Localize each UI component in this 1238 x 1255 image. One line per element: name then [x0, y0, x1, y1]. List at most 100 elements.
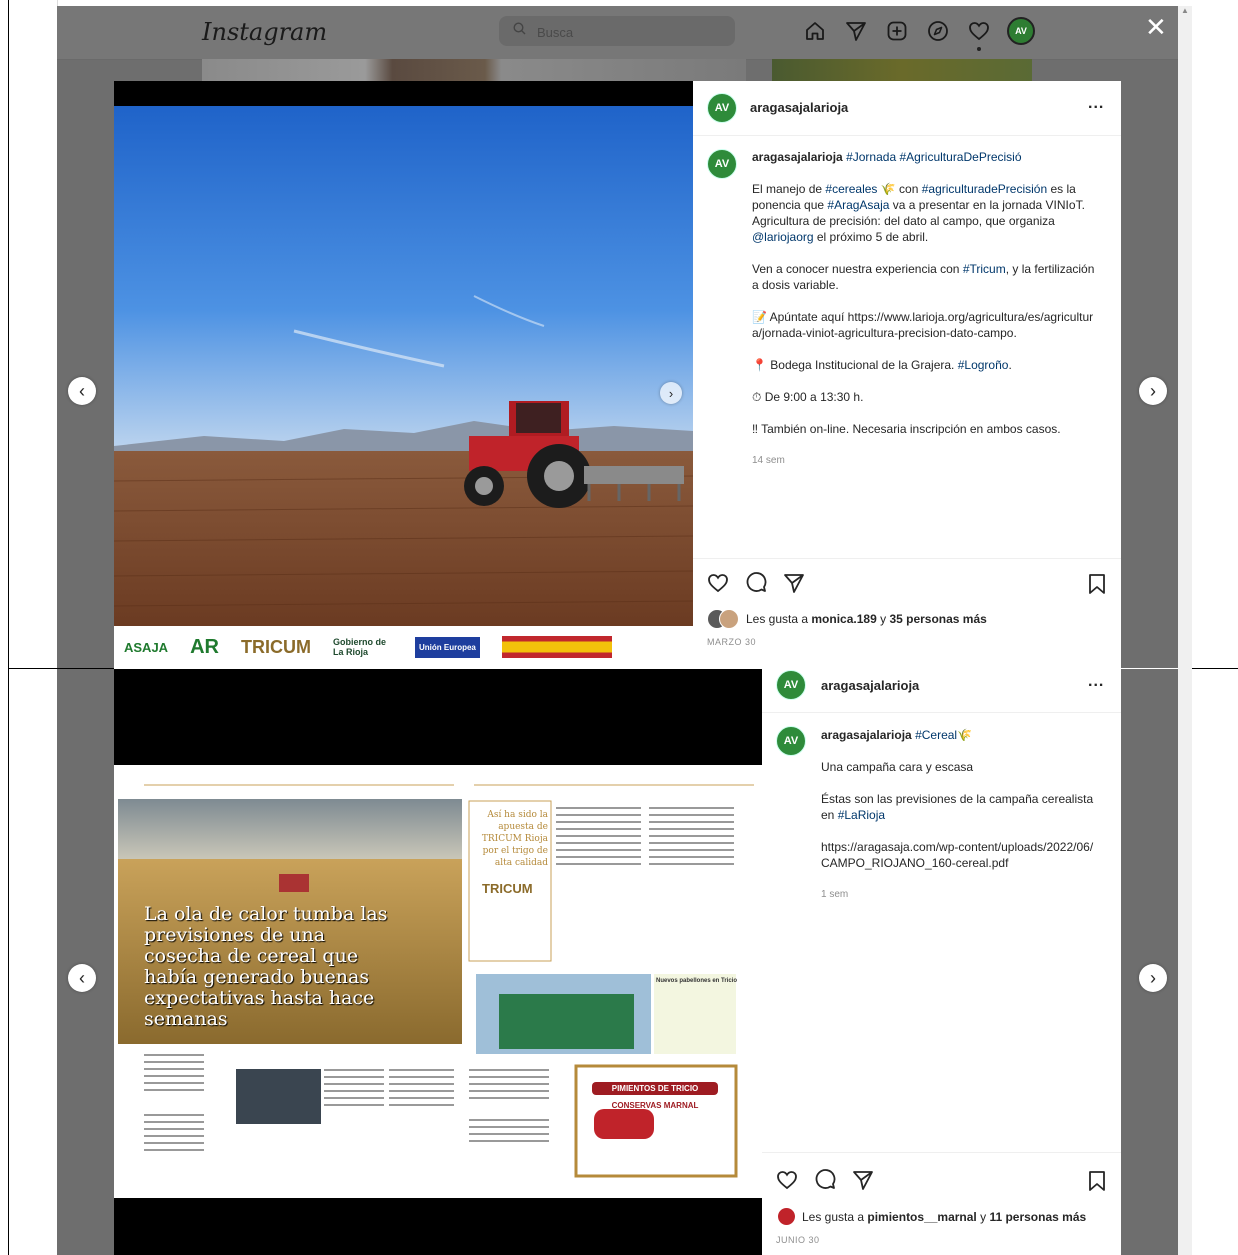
hashtag-tricum[interactable]: #Tricum	[963, 262, 1006, 276]
caption-online: ‼ También on-line. Necesaria inscripción…	[752, 422, 1061, 436]
media-next-arrow[interactable]: ›	[660, 382, 682, 404]
likes-user[interactable]: pimientos__marnal	[867, 1210, 976, 1224]
caption-avatar[interactable]: AV	[707, 149, 737, 179]
frame-divider-right	[1192, 668, 1238, 669]
nav-icons: AV	[802, 16, 1035, 51]
hashtag-larioja[interactable]: #LaRioja	[838, 808, 885, 822]
hashtag-aragasaja[interactable]: #AragAsaja	[827, 198, 889, 212]
post-time[interactable]: 14 sem	[752, 453, 1102, 469]
likes-mid: y	[976, 1210, 990, 1224]
post-header-2: AV aragasajalarioja ...	[762, 669, 1121, 713]
post-header-1: AV aragasajalarioja ...	[693, 81, 1121, 136]
caption-hashtags[interactable]: #Jornada #AgriculturaDePrecisió	[846, 150, 1021, 164]
liker-avatar[interactable]	[778, 1208, 795, 1225]
search-icon	[513, 22, 526, 38]
frame-left-line	[8, 0, 9, 1255]
likes-mid: y	[876, 612, 890, 626]
author-avatar[interactable]: AV	[707, 93, 737, 123]
likes-summary: Les gusta a monica.189 y 35 personas más	[746, 612, 987, 626]
comment-icon[interactable]	[814, 1169, 836, 1196]
logo-ar: AR	[190, 635, 219, 658]
post-caption-2: aragasajalarioja #Cereal🌾 Una campaña ca…	[821, 727, 1096, 903]
more-options-icon[interactable]: ...	[1088, 673, 1104, 691]
author-username[interactable]: aragasajalarioja	[821, 678, 919, 693]
post-date[interactable]: JUNIO 30	[776, 1235, 820, 1245]
explore-icon[interactable]	[925, 18, 951, 44]
caption-avatar[interactable]: AV	[776, 726, 806, 756]
post-time[interactable]: 1 sem	[821, 887, 1096, 903]
logo-union-europea: Unión Europea	[414, 636, 480, 658]
post-card-1: › ASAJA AR TRICUM Gobierno de La Rioja U…	[114, 81, 1121, 668]
send-icon[interactable]	[843, 18, 869, 44]
logo-tricum: TRICUM	[240, 636, 311, 657]
like-heart-icon[interactable]	[776, 1169, 798, 1196]
save-bookmark-icon[interactable]	[1087, 573, 1107, 600]
hashtag-cereal[interactable]: #Cereal	[915, 728, 957, 742]
new-post-icon[interactable]	[884, 18, 910, 44]
post-side-2: AV aragasajalarioja ... AV aragasajalari…	[762, 669, 1121, 1255]
caption-emoji: 🌾	[957, 728, 973, 742]
prev-post-arrow[interactable]: ‹	[68, 377, 96, 405]
caption-username[interactable]: aragasajalarioja	[821, 728, 912, 742]
home-icon[interactable]	[802, 18, 828, 44]
hashtag-cereales[interactable]: #cereales	[825, 182, 877, 196]
more-options-icon[interactable]: ...	[1088, 95, 1104, 113]
profile-avatar[interactable]: AV	[1007, 17, 1035, 45]
liker-avatar[interactable]	[719, 609, 739, 629]
save-bookmark-icon[interactable]	[1087, 1170, 1107, 1197]
caption-text: 📍 Bodega Institucional de la Grajera.	[752, 358, 958, 372]
author-avatar[interactable]: AV	[776, 670, 806, 700]
caption-text: Una campaña cara y escasa	[821, 760, 974, 774]
post-media-1[interactable]: › ASAJA AR TRICUM Gobierno de La Rioja U…	[114, 81, 693, 668]
post-card-2: La ola de calor tumba las previsiones de…	[114, 669, 1121, 1255]
prev-post-arrow[interactable]: ‹	[68, 964, 96, 992]
caption-text: el próximo 5 de abril.	[813, 230, 929, 244]
caption-text: El manejo de	[752, 182, 826, 196]
post-actions-2	[776, 1169, 874, 1196]
article-side-title: Así ha sido la apuesta de TRICUM Rioja p…	[481, 810, 548, 868]
author-username[interactable]: aragasajalarioja	[750, 100, 848, 115]
caption-link: https://aragasaja.com/wp-content/uploads…	[821, 840, 1094, 870]
tractor-photo	[114, 81, 693, 668]
instagram-logo[interactable]: Instagram	[202, 18, 327, 46]
likes-prefix: Les gusta a	[746, 612, 812, 626]
caption-schedule: ⏱ De 9:00 a 13:30 h.	[752, 390, 864, 404]
caption-text: 🌾 con	[877, 182, 922, 196]
post-date[interactable]: MARZO 30	[707, 637, 756, 647]
likes-prefix: Les gusta a	[802, 1210, 868, 1224]
caption-username[interactable]: aragasajalarioja	[752, 150, 843, 164]
article-side-logo: TRICUM	[482, 881, 533, 896]
scroll-up-arrow[interactable]: ▲	[1181, 6, 1189, 20]
article-box-title: Nuevos pabellones en Tricio	[656, 978, 738, 984]
hashtag-logrono[interactable]: #Logroño	[958, 358, 1009, 372]
likes-count[interactable]: 35 personas más	[889, 612, 986, 626]
comment-icon[interactable]	[745, 572, 767, 599]
post-caption-1: aragasajalarioja #Jornada #AgriculturaDe…	[752, 149, 1102, 469]
hashtag-agricultura[interactable]: #agriculturadePrecisión	[922, 182, 1047, 196]
article-headline: La ola de calor tumba las previsiones de…	[144, 903, 388, 1030]
logo-asaja: ASAJA	[124, 639, 169, 655]
next-post-arrow[interactable]: ›	[1139, 964, 1167, 992]
post-media-2[interactable]: La ola de calor tumba las previsiones de…	[114, 669, 762, 1255]
search-input[interactable]	[535, 21, 719, 43]
likes-count[interactable]: 11 personas más	[989, 1210, 1086, 1224]
close-icon[interactable]: ✕	[1145, 14, 1167, 40]
caption-text: Ven a conocer nuestra experiencia con	[752, 262, 963, 276]
article-ad-title: PIMIENTOS DE TRICIO	[592, 1082, 718, 1095]
likes-summary: Les gusta a pimientos__marnal y 11 perso…	[802, 1210, 1086, 1224]
liker-avatars	[707, 609, 741, 629]
likes-user[interactable]: monica.189	[811, 612, 876, 626]
post-actions-1	[707, 572, 805, 599]
search-box[interactable]	[499, 16, 735, 46]
share-icon[interactable]	[783, 572, 805, 599]
caption-text: .	[1008, 358, 1012, 372]
top-navbar: Instagram AV	[57, 6, 1178, 60]
article-ad-sub: CONSERVAS MARNAL	[611, 1101, 699, 1110]
mention-lariojaorg[interactable]: @lariojaorg	[752, 230, 814, 244]
scrollbar[interactable]: ▲	[1178, 6, 1192, 1255]
activity-heart-icon[interactable]	[966, 18, 992, 51]
caption-signup: 📝 Apúntate aquí https://www.larioja.org/…	[752, 310, 1094, 340]
share-icon[interactable]	[852, 1169, 874, 1196]
next-post-arrow[interactable]: ›	[1139, 377, 1167, 405]
like-heart-icon[interactable]	[707, 572, 729, 599]
